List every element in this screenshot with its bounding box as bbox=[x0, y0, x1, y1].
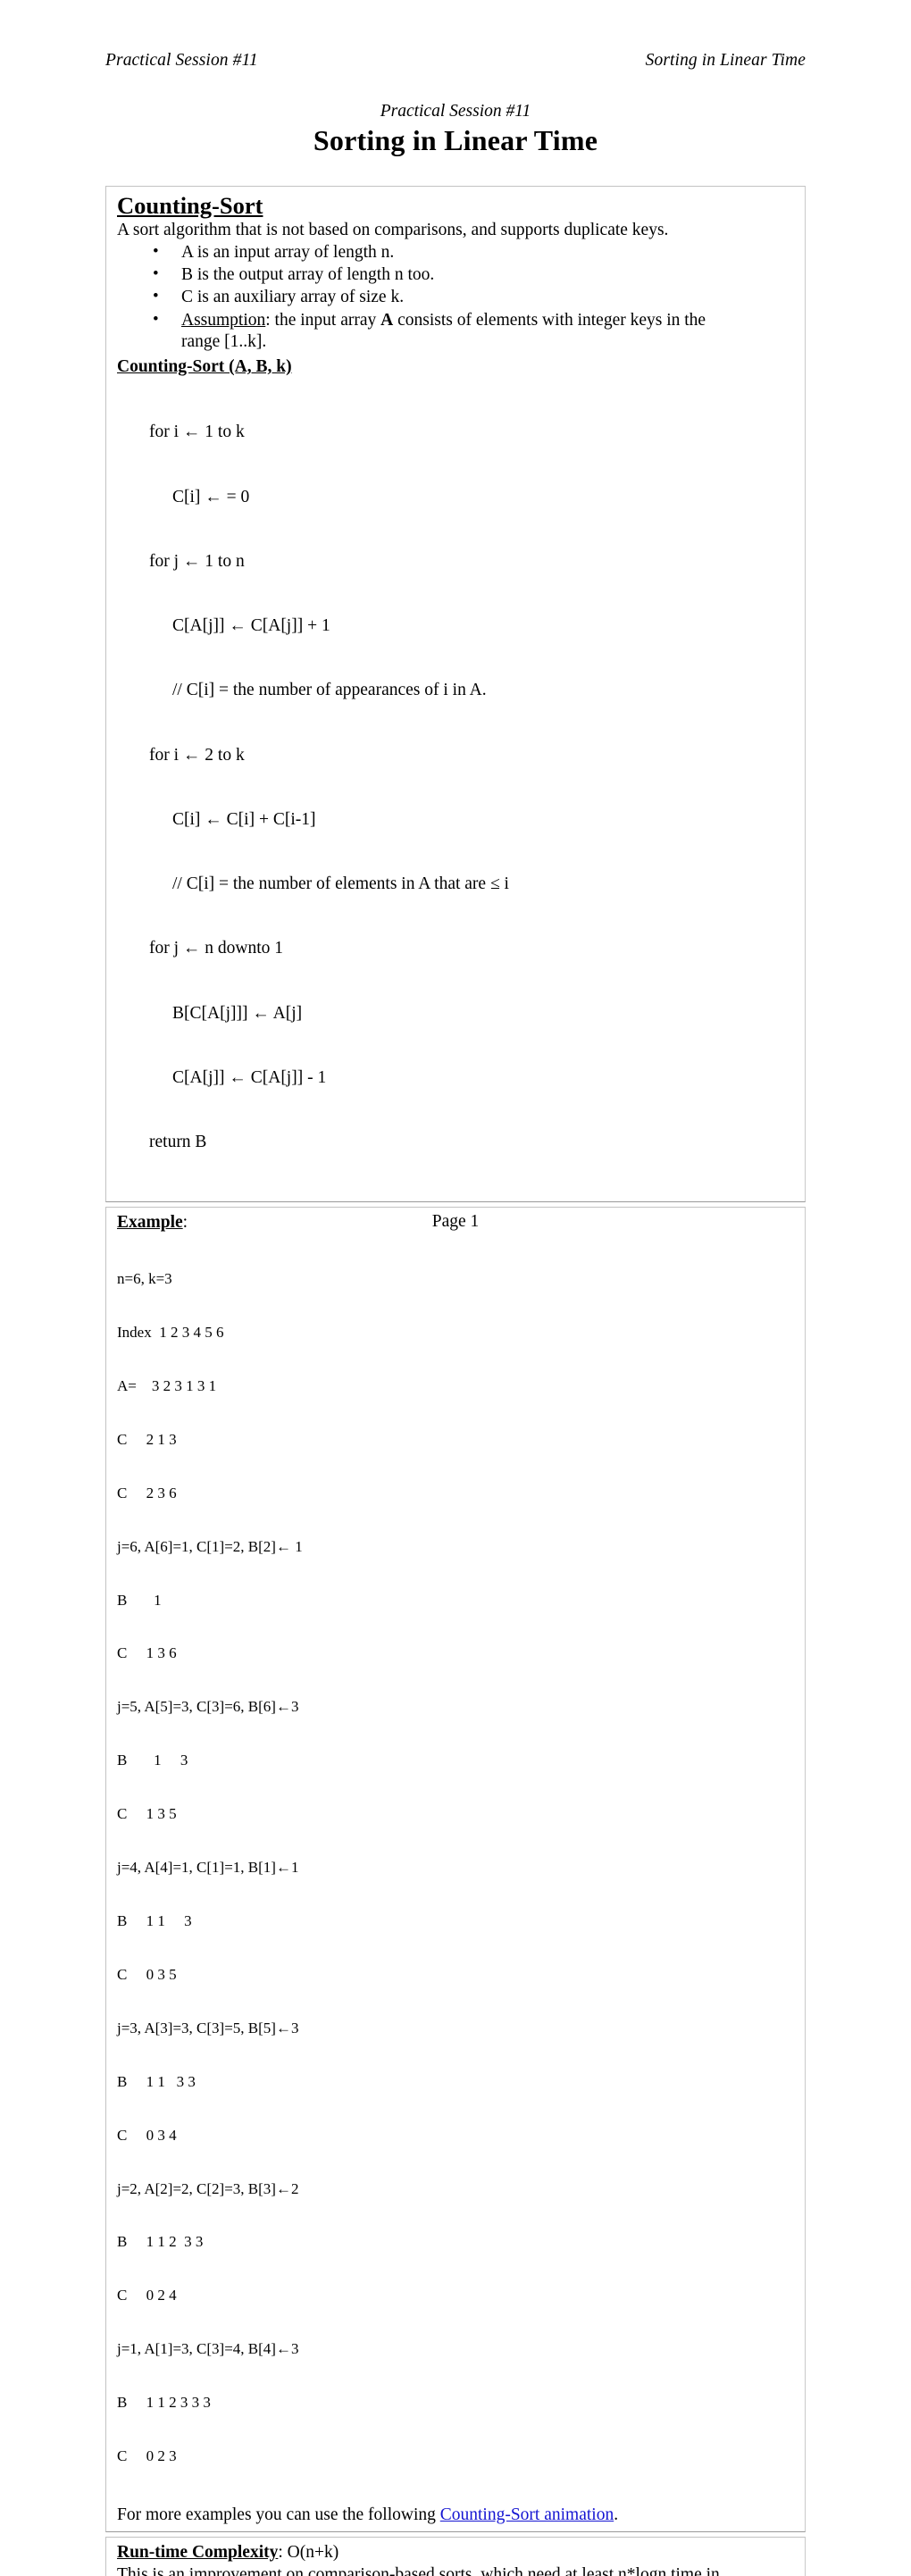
page-footer: Page 1 bbox=[0, 1212, 911, 1232]
properties-list: A is an input array of length n. B is th… bbox=[117, 241, 796, 354]
counting-sort-section: Counting-Sort A sort algorithm that is n… bbox=[105, 185, 806, 1203]
trace-line: j=4, A[4]=1, C[1]=1, B[1]←1 bbox=[117, 1859, 299, 1877]
trace-line: j=1, A[1]=3, C[3]=4, B[4]←3 bbox=[117, 2340, 299, 2358]
section-heading-wrap: Counting-Sort bbox=[117, 191, 796, 220]
code-line: B[C[A[j]]] ← A[j] bbox=[172, 1003, 303, 1023]
trace-line: B 1 1 3 3 bbox=[117, 2072, 196, 2090]
example-section: Example: n=6, k=3 Index 1 2 3 4 5 6 A= 3… bbox=[105, 1207, 806, 2533]
closing-text-suffix: . bbox=[614, 2505, 619, 2524]
complexity-title: Run-time Complexity bbox=[117, 2543, 279, 2563]
closing-text-prefix: For more examples you can use the follow… bbox=[117, 2505, 440, 2524]
procedure-signature: Counting-Sort (A, B, k) bbox=[117, 357, 292, 377]
assumption-range: range [1..k]. bbox=[181, 332, 267, 352]
counting-sort-animation-link[interactable]: Counting-Sort animation bbox=[440, 2505, 614, 2524]
code-line: for i ← 1 to k bbox=[149, 422, 245, 442]
pseudocode-block: for i ← 1 to k C[i] ← = 0 for j ← 1 to n… bbox=[117, 379, 796, 1196]
section-description: A sort algorithm that is not based on co… bbox=[117, 220, 669, 239]
code-line: C[A[j]] ← C[A[j]] + 1 bbox=[172, 616, 330, 636]
list-item-label: B is the output array of length n too. bbox=[181, 265, 435, 285]
complexity-note: This is an improvement on comparison-bas… bbox=[117, 2564, 720, 2576]
trace-line: B 1 3 bbox=[117, 1752, 188, 1769]
running-header-right: Sorting in Linear Time bbox=[645, 51, 806, 70]
running-header: Practical Session #11 Sorting in Linear … bbox=[105, 0, 806, 71]
code-line: C[i] ← = 0 bbox=[172, 487, 250, 506]
trace-line: n=6, k=3 bbox=[117, 1270, 172, 1288]
trace-line: C 0 2 3 bbox=[117, 2447, 177, 2465]
trace-line: B 1 1 2 3 3 3 bbox=[117, 2394, 211, 2412]
complexity-heading-line: Run-time Complexity: O(n+k) bbox=[117, 2542, 796, 2563]
trace-line: B 1 1 3 bbox=[117, 1911, 192, 1929]
assumption-label: Assumption bbox=[181, 310, 266, 330]
trace-line: C 0 2 4 bbox=[117, 2287, 177, 2304]
trace-line: B 1 1 2 3 3 bbox=[117, 2233, 204, 2251]
assumption-array-name: A bbox=[380, 310, 394, 330]
list-item-label: C is an auxiliary array of size k. bbox=[181, 288, 405, 307]
code-line: for j ← 1 to n bbox=[149, 551, 245, 571]
code-line: // C[i] = the number of elements in A th… bbox=[172, 874, 509, 894]
trace-line: Index 1 2 3 4 5 6 bbox=[117, 1324, 224, 1341]
assumption-text-b: consists of elements with integer keys i… bbox=[393, 310, 706, 330]
running-header-left: Practical Session #11 bbox=[105, 51, 258, 70]
code-line: // C[i] = the number of appearances of i… bbox=[172, 681, 487, 700]
procedure-signature-wrap: Counting-Sort (A, B, k) bbox=[117, 354, 796, 379]
list-item-assumption: Assumption: the input array A consists o… bbox=[117, 309, 796, 354]
example-closing-line: For more examples you can use the follow… bbox=[117, 2504, 796, 2526]
code-line: C[i] ← C[i] + C[i-1] bbox=[172, 809, 316, 829]
trace-line: j=5, A[5]=3, C[3]=6, B[6]←3 bbox=[117, 1698, 299, 1716]
document-page: Practical Session #11 Sorting in Linear … bbox=[0, 0, 911, 2576]
code-line: for i ← 2 to k bbox=[149, 745, 245, 765]
trace-line: C 1 3 6 bbox=[117, 1644, 177, 1662]
complexity-value: : O(n+k) bbox=[278, 2543, 339, 2563]
document-subtitle: Practical Session #11 bbox=[380, 102, 531, 121]
trace-line: C 0 3 5 bbox=[117, 1965, 177, 1983]
trace-line: j=6, A[6]=1, C[1]=2, B[2]← 1 bbox=[117, 1537, 303, 1555]
code-line: return B bbox=[149, 1132, 207, 1151]
list-item-label: A is an input array of length n. bbox=[181, 242, 395, 262]
title-block: Practical Session #11 Sorting in Linear … bbox=[105, 101, 806, 159]
complexity-section: Run-time Complexity: O(n+k) This is an i… bbox=[105, 2537, 806, 2576]
section-heading: Counting-Sort bbox=[117, 191, 263, 219]
trace-line: B 1 bbox=[117, 1591, 162, 1609]
page-number-label: Page 1 bbox=[431, 1212, 480, 1231]
list-item: A is an input array of length n. bbox=[117, 241, 796, 263]
list-item: B is the output array of length n too. bbox=[117, 263, 796, 286]
trace-line: C 2 3 6 bbox=[117, 1484, 177, 1501]
assumption-text-a: : the input array bbox=[265, 310, 381, 330]
code-line: C[A[j]] ← C[A[j]] - 1 bbox=[172, 1067, 327, 1087]
page-title: Sorting in Linear Time bbox=[313, 124, 598, 156]
trace-line: j=2, A[2]=2, C[2]=3, B[3]←2 bbox=[117, 2179, 299, 2197]
code-line: for j ← n downto 1 bbox=[149, 939, 284, 958]
trace-line: C 2 1 3 bbox=[117, 1430, 177, 1448]
example-trace: n=6, k=3 Index 1 2 3 4 5 6 A= 3 2 3 1 3 … bbox=[117, 1234, 796, 2501]
trace-line: A= 3 2 3 1 3 1 bbox=[117, 1376, 217, 1394]
trace-line: C 0 3 4 bbox=[117, 2126, 177, 2144]
trace-line: C 1 3 5 bbox=[117, 1805, 177, 1823]
trace-line: j=3, A[3]=3, C[3]=5, B[5]←3 bbox=[117, 2019, 299, 2037]
list-item: C is an auxiliary array of size k. bbox=[117, 286, 796, 308]
